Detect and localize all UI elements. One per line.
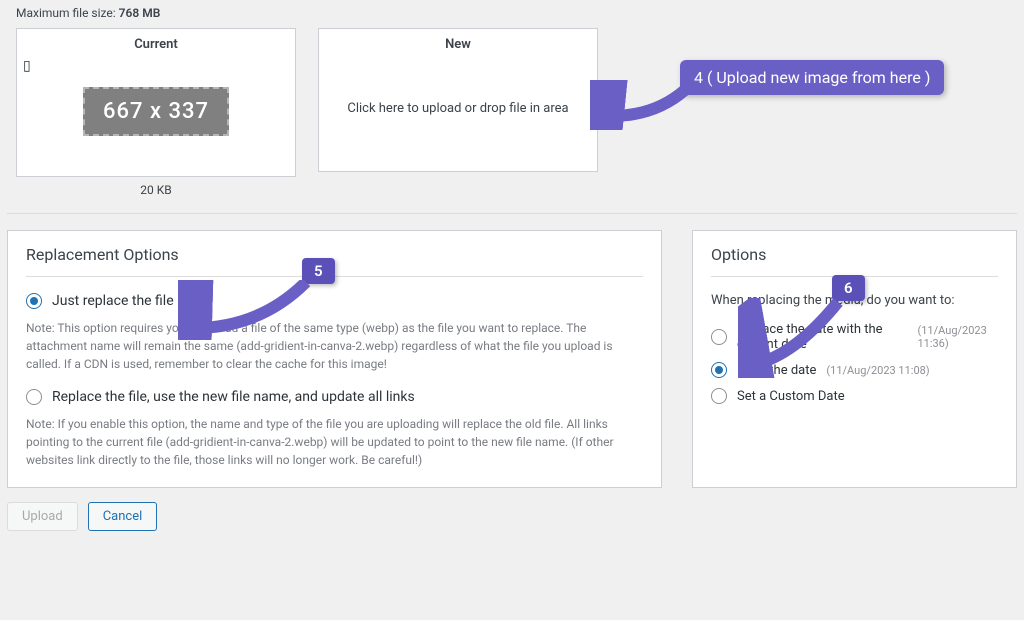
radio-date-custom[interactable] bbox=[711, 388, 727, 404]
just-replace-label: Just replace the file bbox=[52, 293, 174, 309]
annotation-4-arrow-icon bbox=[590, 80, 690, 130]
just-replace-note: Note: This option requires you to upload… bbox=[26, 319, 643, 373]
broken-image-icon: ▯ bbox=[23, 58, 31, 74]
replace-option-rename[interactable]: Replace the file, use the new file name,… bbox=[26, 389, 643, 405]
annotation-6-arrow-icon bbox=[738, 298, 848, 378]
upload-dropzone-text[interactable]: Click here to upload or drop file in are… bbox=[319, 60, 597, 157]
max-file-size-label: Maximum file size: 768 MB bbox=[16, 6, 1008, 20]
radio-rename[interactable] bbox=[26, 389, 42, 405]
annotation-4-bubble: 4 ( Upload new image from here ) bbox=[680, 60, 944, 95]
cancel-button[interactable]: Cancel bbox=[88, 502, 158, 531]
max-size-text: Maximum file size: bbox=[16, 6, 116, 20]
current-preview-card: Current ▯ 667 x 337 bbox=[16, 28, 296, 177]
current-placeholder-image: 667 x 337 bbox=[83, 87, 229, 136]
date-replace-meta: (11/Aug/2023 11:36) bbox=[917, 324, 998, 350]
replace-option-just-replace[interactable]: Just replace the file bbox=[26, 293, 643, 309]
rename-note: Note: If you enable this option, the nam… bbox=[26, 415, 643, 469]
date-option-custom[interactable]: Set a Custom Date bbox=[711, 388, 998, 404]
upload-button[interactable]: Upload bbox=[7, 502, 78, 531]
current-title: Current bbox=[17, 37, 295, 52]
date-custom-label: Set a Custom Date bbox=[737, 389, 845, 404]
max-size-value: 768 MB bbox=[119, 6, 161, 20]
radio-just-replace[interactable] bbox=[26, 293, 42, 309]
current-file-size: 20 KB bbox=[16, 183, 296, 197]
options-title: Options bbox=[711, 245, 998, 277]
radio-date-replace[interactable] bbox=[711, 329, 727, 345]
new-upload-card[interactable]: New Click here to upload or drop file in… bbox=[318, 28, 598, 172]
radio-date-keep[interactable] bbox=[711, 362, 727, 378]
rename-label: Replace the file, use the new file name,… bbox=[52, 389, 415, 405]
annotation-5-arrow-icon bbox=[178, 280, 318, 340]
new-title: New bbox=[319, 37, 597, 52]
